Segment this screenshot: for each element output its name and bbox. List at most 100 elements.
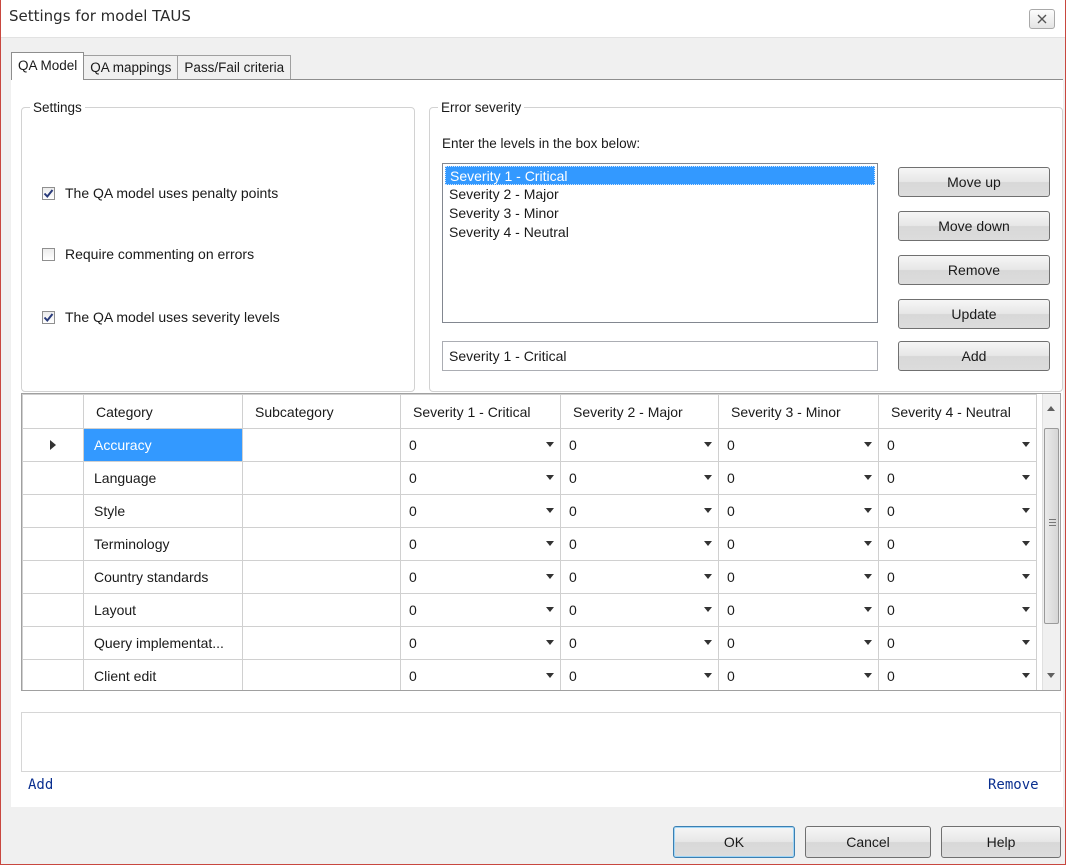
column-header-subcategory[interactable]: Subcategory xyxy=(242,394,401,429)
cancel-button[interactable]: Cancel xyxy=(805,826,931,858)
row-header[interactable] xyxy=(22,560,84,594)
severity-2-dropdown[interactable]: 0 xyxy=(560,659,719,690)
dropdown-arrow-icon[interactable] xyxy=(704,673,712,678)
table-row[interactable]: Style 0 0 0 0 xyxy=(22,494,1037,528)
row-header[interactable] xyxy=(22,494,84,528)
dropdown-arrow-icon[interactable] xyxy=(1022,442,1030,447)
dropdown-arrow-icon[interactable] xyxy=(704,508,712,513)
severity-1-dropdown[interactable]: 0 xyxy=(400,428,561,462)
dropdown-arrow-icon[interactable] xyxy=(1022,640,1030,645)
row-header[interactable] xyxy=(22,626,84,660)
close-button[interactable] xyxy=(1029,9,1055,29)
severity-2-dropdown[interactable]: 0 xyxy=(560,593,719,627)
subcategory-cell[interactable] xyxy=(242,560,401,594)
update-level-button[interactable]: Update xyxy=(898,299,1050,329)
severity-level-item[interactable]: Severity 1 - Critical xyxy=(445,166,875,185)
table-row[interactable]: Country standards 0 0 0 0 xyxy=(22,560,1037,594)
dropdown-arrow-icon[interactable] xyxy=(1022,475,1030,480)
severity-2-dropdown[interactable]: 0 xyxy=(560,626,719,660)
severity-3-dropdown[interactable]: 0 xyxy=(718,560,879,594)
severity-3-dropdown[interactable]: 0 xyxy=(718,527,879,561)
severity-3-dropdown[interactable]: 0 xyxy=(718,626,879,660)
row-header[interactable] xyxy=(22,461,84,495)
penalty-points-checkbox[interactable] xyxy=(42,186,55,200)
severity-1-dropdown[interactable]: 0 xyxy=(400,626,561,660)
column-header-severity-4[interactable]: Severity 4 - Neutral xyxy=(878,394,1037,429)
subcategory-cell[interactable] xyxy=(242,593,401,627)
dropdown-arrow-icon[interactable] xyxy=(864,574,872,579)
remove-level-button[interactable]: Remove xyxy=(898,255,1050,285)
column-header-category[interactable]: Category xyxy=(83,394,243,429)
subcategory-cell[interactable] xyxy=(242,527,401,561)
category-cell[interactable]: Client edit xyxy=(83,659,243,690)
dropdown-arrow-icon[interactable] xyxy=(704,574,712,579)
subcategory-cell[interactable] xyxy=(242,461,401,495)
category-cell[interactable]: Layout xyxy=(83,593,243,627)
row-header[interactable] xyxy=(22,527,84,561)
dropdown-arrow-icon[interactable] xyxy=(1022,541,1030,546)
severity-levels-checkbox[interactable] xyxy=(42,310,55,324)
severity-3-dropdown[interactable]: 0 xyxy=(718,659,879,690)
severity-4-dropdown[interactable]: 0 xyxy=(878,659,1037,690)
remove-category-link[interactable]: Remove xyxy=(988,777,1039,793)
category-cell[interactable]: Language xyxy=(83,461,243,495)
dropdown-arrow-icon[interactable] xyxy=(1022,673,1030,678)
severity-3-dropdown[interactable]: 0 xyxy=(718,461,879,495)
severity-level-item[interactable]: Severity 2 - Major xyxy=(445,185,875,204)
help-button[interactable]: Help xyxy=(941,826,1061,858)
severity-levels-option[interactable]: The QA model uses severity levels xyxy=(42,309,280,325)
dropdown-arrow-icon[interactable] xyxy=(864,442,872,447)
row-header[interactable] xyxy=(22,593,84,627)
subcategory-cell[interactable] xyxy=(242,659,401,690)
severity-1-dropdown[interactable]: 0 xyxy=(400,494,561,528)
dropdown-arrow-icon[interactable] xyxy=(546,607,554,612)
require-commenting-option[interactable]: Require commenting on errors xyxy=(42,246,254,262)
severity-2-dropdown[interactable]: 0 xyxy=(560,428,719,462)
severity-levels-list[interactable]: Severity 1 - Critical Severity 2 - Major… xyxy=(442,163,878,323)
severity-4-dropdown[interactable]: 0 xyxy=(878,527,1037,561)
severity-level-item[interactable]: Severity 4 - Neutral xyxy=(445,223,875,242)
dropdown-arrow-icon[interactable] xyxy=(546,673,554,678)
tab-qa-model[interactable]: QA Model xyxy=(11,52,85,80)
severity-1-dropdown[interactable]: 0 xyxy=(400,659,561,690)
severity-3-dropdown[interactable]: 0 xyxy=(718,494,879,528)
severity-1-dropdown[interactable]: 0 xyxy=(400,593,561,627)
severity-4-dropdown[interactable]: 0 xyxy=(878,494,1037,528)
move-up-button[interactable]: Move up xyxy=(898,167,1050,197)
category-cell[interactable]: Terminology xyxy=(83,527,243,561)
severity-1-dropdown[interactable]: 0 xyxy=(400,527,561,561)
dropdown-arrow-icon[interactable] xyxy=(546,442,554,447)
table-row[interactable]: Client edit 0 0 0 0 xyxy=(22,659,1037,690)
severity-1-dropdown[interactable]: 0 xyxy=(400,461,561,495)
dropdown-arrow-icon[interactable] xyxy=(864,673,872,678)
dropdown-arrow-icon[interactable] xyxy=(546,541,554,546)
move-down-button[interactable]: Move down xyxy=(898,211,1050,241)
severity-2-dropdown[interactable]: 0 xyxy=(560,494,719,528)
ok-button[interactable]: OK xyxy=(673,826,795,858)
grid-vertical-scrollbar[interactable] xyxy=(1042,394,1060,690)
subcategory-cell[interactable] xyxy=(242,626,401,660)
category-cell[interactable]: Query implementat... xyxy=(83,626,243,660)
severity-2-dropdown[interactable]: 0 xyxy=(560,527,719,561)
table-row[interactable]: Layout 0 0 0 0 xyxy=(22,593,1037,627)
severity-3-dropdown[interactable]: 0 xyxy=(718,593,879,627)
severity-4-dropdown[interactable]: 0 xyxy=(878,593,1037,627)
table-row[interactable]: Terminology 0 0 0 0 xyxy=(22,527,1037,561)
severity-4-dropdown[interactable]: 0 xyxy=(878,461,1037,495)
dropdown-arrow-icon[interactable] xyxy=(704,640,712,645)
tab-qa-mappings[interactable]: QA mappings xyxy=(83,55,179,79)
dropdown-arrow-icon[interactable] xyxy=(704,442,712,447)
category-cell[interactable]: Country standards xyxy=(83,560,243,594)
penalty-points-option[interactable]: The QA model uses penalty points xyxy=(42,185,278,201)
scroll-thumb[interactable] xyxy=(1044,428,1059,624)
dropdown-arrow-icon[interactable] xyxy=(704,541,712,546)
severity-4-dropdown[interactable]: 0 xyxy=(878,428,1037,462)
scroll-down-icon[interactable] xyxy=(1047,673,1055,678)
dropdown-arrow-icon[interactable] xyxy=(546,574,554,579)
dropdown-arrow-icon[interactable] xyxy=(546,475,554,480)
dropdown-arrow-icon[interactable] xyxy=(864,508,872,513)
add-level-button[interactable]: Add xyxy=(898,341,1050,371)
table-row[interactable]: Query implementat... 0 0 0 0 xyxy=(22,626,1037,660)
row-header[interactable] xyxy=(22,659,84,690)
dropdown-arrow-icon[interactable] xyxy=(704,607,712,612)
